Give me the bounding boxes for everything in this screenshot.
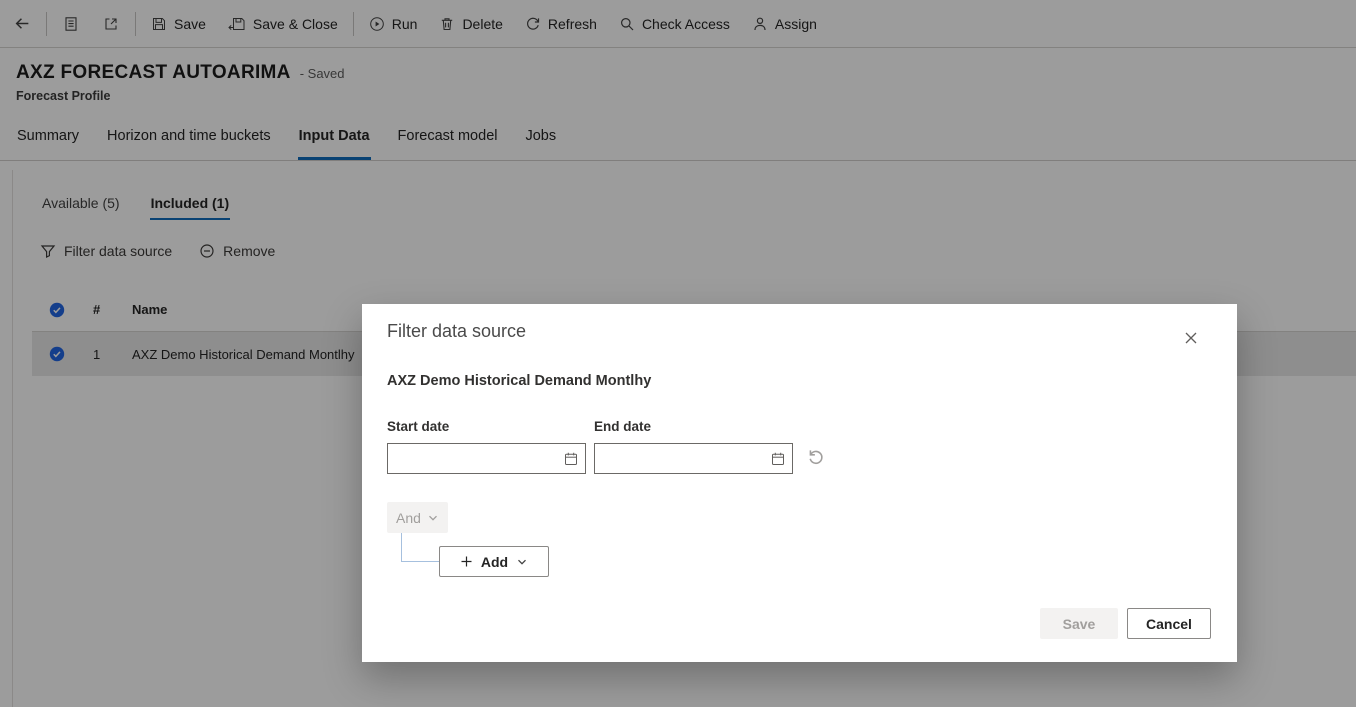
undo-icon (806, 447, 825, 466)
operator-label: And (396, 509, 421, 526)
plus-icon (460, 555, 473, 568)
start-date-label: Start date (387, 419, 450, 434)
start-date-field (387, 443, 586, 474)
start-date-input[interactable] (396, 451, 561, 466)
reset-dates-button[interactable] (806, 447, 825, 466)
dialog-cancel-button[interactable]: Cancel (1127, 608, 1211, 639)
filter-data-source-dialog: Filter data source AXZ Demo Historical D… (362, 304, 1237, 662)
condition-tree-connector (401, 533, 402, 561)
dialog-save-button[interactable]: Save (1040, 608, 1118, 639)
dialog-close-button[interactable] (1179, 326, 1203, 350)
end-date-label: End date (594, 419, 652, 434)
add-condition-button[interactable]: Add (439, 546, 549, 577)
close-icon (1184, 331, 1198, 345)
condition-tree-connector (401, 561, 439, 562)
end-date-input[interactable] (603, 451, 768, 466)
chevron-down-icon (427, 512, 439, 524)
condition-operator-dropdown[interactable]: And (387, 502, 448, 533)
add-button-label: Add (480, 553, 509, 570)
dialog-title: Filter data source (387, 321, 527, 341)
calendar-icon (563, 451, 579, 467)
dialog-save-label: Save (1062, 615, 1096, 632)
end-date-calendar-button[interactable] (768, 449, 788, 469)
end-date-field (594, 443, 793, 474)
calendar-icon (770, 451, 786, 467)
dialog-cancel-label: Cancel (1146, 615, 1192, 632)
start-date-calendar-button[interactable] (561, 449, 581, 469)
chevron-down-icon (516, 556, 528, 568)
data-source-name: AXZ Demo Historical Demand Montlhy (387, 373, 652, 389)
